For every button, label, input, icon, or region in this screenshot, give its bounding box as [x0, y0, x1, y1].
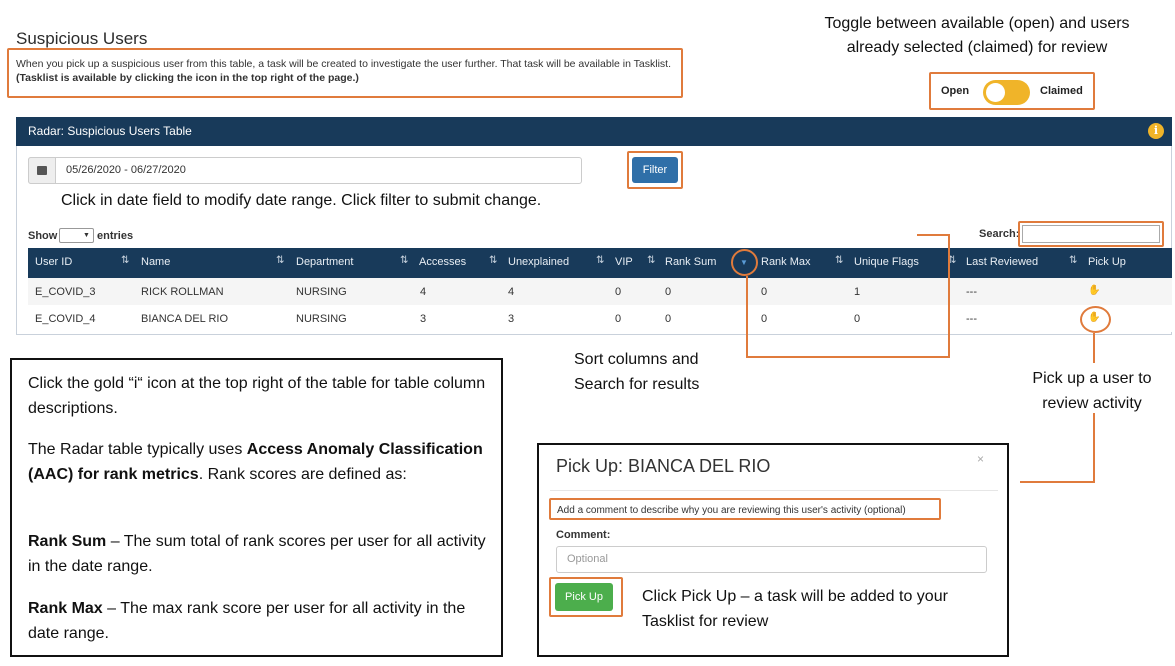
sort-icon[interactable]: ⇅: [489, 255, 497, 266]
comment-input[interactable]: [556, 546, 987, 573]
sort-icon[interactable]: ⇅: [400, 255, 408, 266]
search-input[interactable]: [1022, 225, 1160, 243]
column-header-last-reviewed[interactable]: Last Reviewed: [966, 256, 1038, 268]
page-title: Suspicious Users: [16, 29, 148, 48]
cell-vip: 0: [615, 313, 622, 325]
search-label: Search:: [979, 228, 1020, 240]
search-connector-line: [917, 234, 950, 236]
comment-placeholder[interactable]: Optional: [567, 553, 608, 565]
entries-label: entries: [97, 230, 134, 242]
cell-vip: 0: [615, 286, 622, 298]
panel-title: Radar: Suspicious Users Table: [28, 124, 192, 138]
sort-icon[interactable]: ⇅: [596, 255, 604, 266]
sort-icon[interactable]: ⇅: [647, 255, 655, 266]
close-icon[interactable]: ×: [977, 452, 984, 466]
chevron-down-icon[interactable]: ▼: [83, 232, 90, 239]
column-header-accesses[interactable]: Accesses: [419, 256, 466, 268]
intro-text: When you pick up a suspicious user from …: [16, 58, 672, 70]
column-header-unique-flags[interactable]: Unique Flags: [854, 256, 919, 268]
pick-up-callout-line: Pick up a user to: [1032, 370, 1152, 387]
cell-accesses: 3: [420, 313, 427, 325]
cell-department: NURSING: [296, 313, 347, 325]
cell-user-id: E_COVID_3: [35, 286, 96, 298]
pick-up-callout: Pick up a user to review activity: [1022, 366, 1162, 416]
toggle-knob[interactable]: [986, 83, 1005, 102]
sort-desc-icon[interactable]: ▼: [740, 258, 748, 267]
date-range-value[interactable]: 05/26/2020 - 06/27/2020: [66, 164, 186, 176]
toggle-callout: Toggle between available (open) and user…: [824, 15, 1130, 56]
column-header-vip[interactable]: VIP: [615, 256, 633, 268]
sort-callout-line: Search for results: [574, 376, 700, 393]
sort-icon[interactable]: ⇅: [835, 255, 843, 266]
modal-title: Pick Up: BIANCA DEL RIO: [556, 456, 771, 476]
cell-last-reviewed: ---: [966, 286, 977, 298]
notes-info-icon-text: Click the gold “i“ icon at the top right…: [28, 375, 486, 417]
sort-callout: Sort columns and Search for results: [574, 347, 699, 397]
toggle-claimed-label: Claimed: [1040, 85, 1083, 97]
filter-button[interactable]: Filter: [632, 157, 678, 183]
toggle-open-label: Open: [941, 85, 970, 97]
cell-user-id: E_COVID_4: [35, 313, 96, 325]
notes-aac-pre: The Radar table typically uses: [28, 441, 247, 458]
notes-rank-sum: Rank Sum – The sum total of rank scores …: [28, 529, 488, 579]
cell-department: NURSING: [296, 286, 347, 298]
notes-aac-text: The Radar table typically uses Access An…: [28, 437, 488, 487]
cell-rank-sum: 0: [665, 313, 672, 325]
sort-connector-line: [746, 276, 950, 358]
info-icon[interactable]: i: [1148, 123, 1164, 139]
cell-name: BIANCA DEL RIO: [141, 313, 229, 325]
sort-icon[interactable]: ⇅: [276, 255, 284, 266]
intro-tasklist-note: (Tasklist is available by clicking the i…: [16, 72, 359, 84]
rank-sum-term: Rank Sum: [28, 533, 107, 550]
pick-up-instructions: Click Pick Up – a task will be added to …: [642, 588, 948, 630]
modal-description: Add a comment to describe why you are re…: [557, 505, 906, 516]
cell-name: RICK ROLLMAN: [141, 286, 224, 298]
pick-up-connector-line: [1093, 413, 1095, 483]
cell-accesses: 4: [420, 286, 427, 298]
show-label: Show: [28, 230, 58, 242]
column-header-unexplained[interactable]: Unexplained: [508, 256, 569, 268]
column-header-name[interactable]: Name: [141, 256, 170, 268]
sort-callout-line: Sort columns and: [574, 351, 699, 368]
comment-label: Comment:: [556, 529, 611, 541]
cell-unexplained: 4: [508, 286, 515, 298]
modal-divider: [550, 490, 998, 491]
column-header-rank-sum[interactable]: Rank Sum: [665, 256, 716, 268]
column-header-department[interactable]: Department: [296, 256, 353, 268]
sort-icon[interactable]: ⇅: [1069, 255, 1077, 266]
column-header-rank-max[interactable]: Rank Max: [761, 256, 811, 268]
pick-up-callout-line: review activity: [1042, 395, 1142, 412]
pick-up-highlight-circle: [1080, 306, 1111, 333]
cell-unexplained: 3: [508, 313, 515, 325]
cell-rank-sum: 0: [665, 286, 672, 298]
calendar-icon: [37, 166, 47, 175]
cell-last-reviewed: ---: [966, 313, 977, 325]
column-header-user-id[interactable]: User ID: [35, 256, 72, 268]
date-instructions: Click in date field to modify date range…: [61, 192, 542, 209]
pick-up-connector-line: [1020, 481, 1095, 483]
notes-rank-max: Rank Max – The max rank score per user f…: [28, 596, 488, 646]
pick-up-connector-line: [1093, 333, 1095, 363]
sort-icon[interactable]: ⇅: [121, 255, 129, 266]
column-header-pick-up[interactable]: Pick Up: [1088, 256, 1126, 268]
pick-up-button[interactable]: Pick Up: [555, 583, 613, 611]
search-connector-line: [948, 234, 950, 278]
rank-max-term: Rank Max: [28, 600, 103, 617]
notes-aac-post: . Rank scores are defined as:: [198, 466, 407, 483]
pick-up-hand-icon[interactable]: ✋: [1088, 285, 1100, 296]
